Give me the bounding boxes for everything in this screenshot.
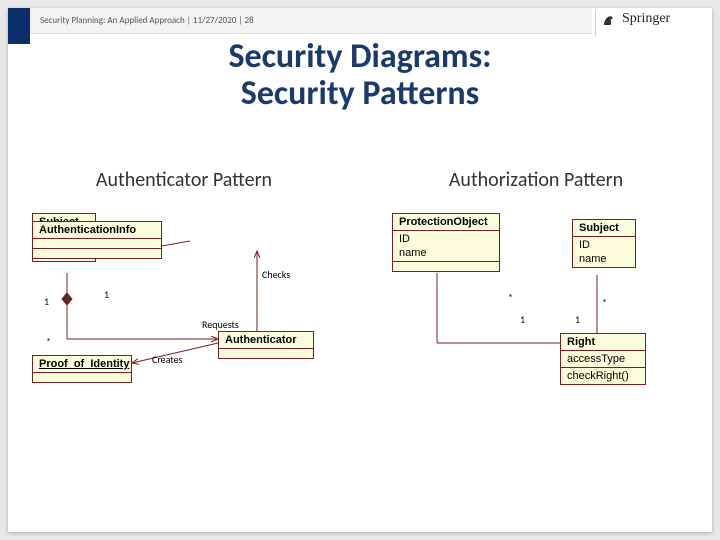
slide-title: Security Diagrams: Security Patterns bbox=[8, 38, 712, 113]
title-line-2: Security Patterns bbox=[8, 75, 712, 112]
class-attr: ID bbox=[573, 236, 635, 253]
class-right: Right accessType checkRight() bbox=[560, 333, 646, 385]
title-line-1: Security Diagrams: bbox=[8, 38, 712, 75]
heading-authenticator: Authenticator Pattern bbox=[8, 168, 360, 192]
label-multiplicity: * bbox=[46, 335, 51, 348]
class-protectionobject: ProtectionObject ID name bbox=[392, 213, 500, 272]
header-divider bbox=[595, 10, 596, 36]
breadcrumb-strip: Security Planning: An Applied Approach |… bbox=[30, 8, 592, 34]
heading-authorization: Authorization Pattern bbox=[360, 168, 712, 192]
slide: Security Planning: An Applied Approach |… bbox=[8, 8, 712, 532]
publisher-name: Springer bbox=[622, 11, 670, 27]
class-authenticator: Authenticator bbox=[218, 331, 314, 359]
pattern-headings: Authenticator Pattern Authorization Patt… bbox=[8, 168, 712, 192]
class-attr-empty bbox=[219, 348, 313, 358]
publisher-logo: Springer bbox=[600, 10, 700, 28]
class-op-empty bbox=[393, 261, 499, 271]
label-multiplicity: * bbox=[508, 291, 513, 304]
horse-icon bbox=[600, 10, 618, 28]
class-attr: accessType bbox=[561, 350, 645, 367]
label-multiplicity: 1 bbox=[104, 288, 109, 301]
class-name: Subject bbox=[573, 220, 635, 236]
label-multiplicity: 1 bbox=[520, 313, 525, 326]
class-attr-empty bbox=[33, 372, 131, 382]
label-multiplicity: 1 bbox=[44, 295, 49, 308]
class-name: Proof_of_Identity bbox=[33, 356, 131, 372]
class-name: AuthenticationInfo bbox=[33, 222, 161, 238]
class-name: ProtectionObject bbox=[393, 214, 499, 230]
label-creates: Creates bbox=[152, 353, 183, 366]
class-attr: name bbox=[393, 247, 499, 261]
label-multiplicity: 1 bbox=[575, 313, 580, 326]
class-op-empty bbox=[33, 248, 161, 258]
label-requests: Requests bbox=[202, 318, 239, 331]
class-attr-empty bbox=[33, 238, 161, 248]
diagram-canvas: Subject ID name AuthenticationInfo Authe… bbox=[32, 213, 688, 512]
class-name: Authenticator bbox=[219, 332, 313, 348]
label-multiplicity: * bbox=[602, 296, 607, 309]
class-authenticationinfo: AuthenticationInfo bbox=[32, 221, 162, 259]
class-proof-of-identity: Proof_of_Identity bbox=[32, 355, 132, 383]
breadcrumb-text: Security Planning: An Applied Approach |… bbox=[40, 15, 254, 26]
class-subject-right: Subject ID name bbox=[572, 219, 636, 268]
class-attr: name bbox=[573, 253, 635, 267]
label-checks: Checks bbox=[262, 268, 290, 281]
class-op: checkRight() bbox=[561, 367, 645, 384]
class-attr: ID bbox=[393, 230, 499, 247]
class-name: Right bbox=[561, 334, 645, 350]
